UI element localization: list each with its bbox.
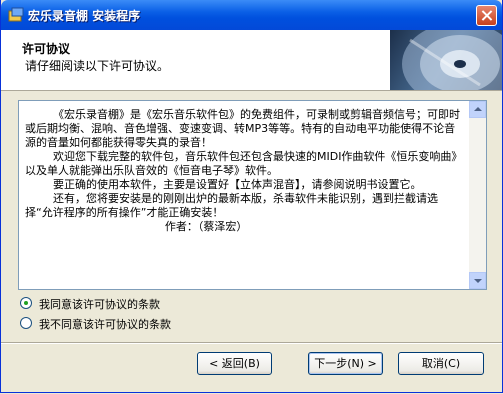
footer-divider <box>1 342 502 344</box>
back-button[interactable]: < 返回(B) <box>197 352 272 375</box>
accept-radio-option[interactable]: 我同意该许可协议的条款 <box>20 296 300 312</box>
cancel-button[interactable]: 取消(C) <box>398 352 484 375</box>
cd-disc-image <box>390 30 502 90</box>
decline-radio-option[interactable]: 我不同意该许可协议的条款 <box>20 316 300 332</box>
installer-window: 宏乐录音棚 安装程序 许可协议 请仔细阅读以下许可协议。 《宏乐录音棚》是《宏乐… <box>0 0 503 393</box>
scroll-down-button[interactable] <box>469 272 486 289</box>
page-title: 许可协议 <box>22 42 71 56</box>
close-button[interactable] <box>476 5 497 26</box>
license-text-box[interactable]: 《宏乐录音棚》是《宏乐音乐软件包》的免费组件，可录制或剪辑音频信号；可即时或后期… <box>18 100 487 290</box>
scroll-up-button[interactable] <box>469 101 486 118</box>
window-title: 宏乐录音棚 安装程序 <box>28 9 141 23</box>
vertical-scrollbar[interactable] <box>469 101 486 289</box>
installer-app-icon <box>8 7 24 22</box>
decline-radio-label[interactable]: 我不同意该许可协议的条款 <box>39 316 171 332</box>
accept-radio-label[interactable]: 我同意该许可协议的条款 <box>39 296 160 312</box>
decline-radio-button[interactable] <box>20 317 32 329</box>
page-header: 许可协议 请仔细阅读以下许可协议。 <box>1 30 502 91</box>
page-subtitle: 请仔细阅读以下许可协议。 <box>25 59 170 73</box>
next-button[interactable]: 下一步(N) > <box>308 352 383 375</box>
license-text: 《宏乐录音棚》是《宏乐音乐软件包》的免费组件，可录制或剪辑音频信号；可即时或后期… <box>25 108 463 233</box>
title-bar[interactable]: 宏乐录音棚 安装程序 <box>1 0 502 30</box>
accept-radio-button[interactable] <box>20 297 32 309</box>
